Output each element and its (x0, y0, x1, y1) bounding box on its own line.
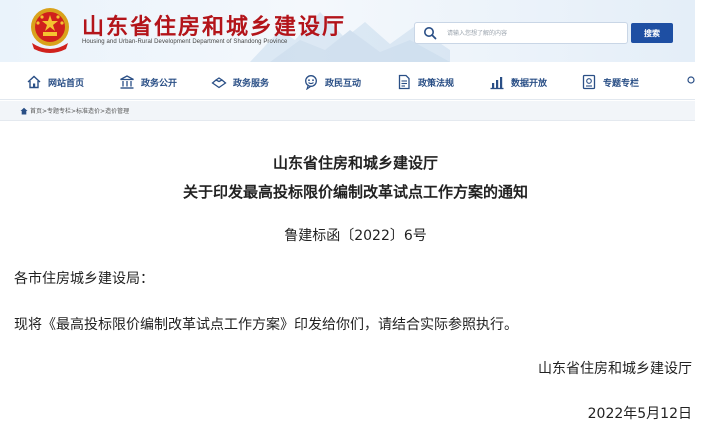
nav-item-policies[interactable]: 政策法规 (396, 73, 454, 91)
nav-item-public-interaction[interactable]: 政民互动 (303, 73, 361, 91)
breadcrumb-home-icon[interactable] (20, 107, 28, 115)
nav-item-government-affairs[interactable]: 政务公开 (119, 73, 177, 91)
article-title-line1: 山东省住房和城乡建设厅 (272, 154, 438, 172)
nav-item-government-services[interactable]: 政务服务 (211, 73, 269, 91)
nav-item-label: 网站首页 (48, 78, 85, 89)
salutation: 各市住房城乡建设局： (14, 271, 154, 287)
chart-icon (490, 77, 504, 90)
nav-item-label: 数据开放 (511, 78, 548, 89)
nav-item-home[interactable]: 网站首页 (26, 73, 84, 91)
site-subtitle: Housing and Urban-Rural Development Depa… (82, 39, 288, 45)
article-title-line2: 关于印发最高投标限价编制改革试点工作方案的通知 (182, 183, 528, 201)
site-title: 山东省住房和城乡建设厅 (82, 15, 347, 40)
nav-item-label: 政务服务 (233, 78, 270, 89)
issuing-authority: 山东省住房和城乡建设厅 (538, 361, 692, 377)
nav-item-open-data[interactable]: 数据开放 (489, 73, 547, 91)
search-button[interactable]: 搜索 (631, 23, 673, 43)
document-icon (398, 74, 410, 90)
search-icon (424, 27, 437, 40)
more-icon[interactable] (687, 76, 695, 88)
main-nav: 网站首页 政务公开 政务服务 政民互动 政策法规 数据开放 专题专栏 (0, 62, 695, 100)
nav-item-label: 政务公开 (141, 78, 178, 89)
home-icon (27, 75, 41, 89)
search-box (414, 22, 628, 44)
document-number: 鲁建标函〔2022〕6号 (284, 228, 427, 244)
nav-item-label: 政策法规 (418, 78, 455, 89)
interaction-icon (305, 75, 317, 90)
breadcrumb-bar: 首页>专题专栏>标准造价>造价管理 (0, 101, 695, 121)
nav-item-label: 政民互动 (325, 78, 362, 89)
issue-date: 2022年5月12日 (587, 406, 692, 422)
national-emblem-icon (31, 8, 69, 53)
article-body: 现将《最高投标限价编制改革试点工作方案》印发给你们，请结合实际参照执行。 (14, 317, 518, 333)
nav-item-special-topics[interactable]: 专题专栏 (581, 73, 639, 91)
building-icon (120, 75, 134, 89)
site-header: 山东省住房和城乡建设厅 Housing and Urban-Rural Deve… (0, 0, 695, 62)
topic-icon (582, 74, 596, 90)
search-input[interactable] (447, 25, 623, 41)
service-icon (211, 77, 227, 89)
breadcrumb[interactable]: 首页>专题专栏>标准造价>造价管理 (30, 106, 129, 115)
nav-item-label: 专题专栏 (603, 78, 640, 89)
